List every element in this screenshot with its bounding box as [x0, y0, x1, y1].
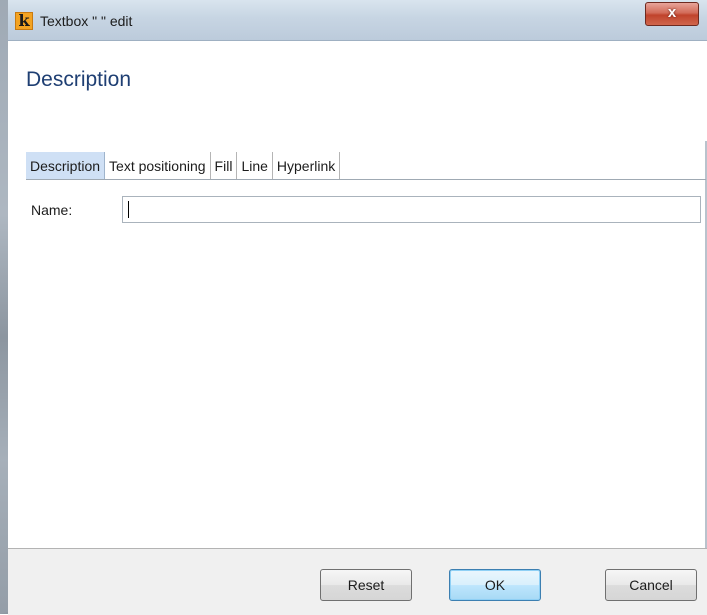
name-field[interactable] — [122, 196, 701, 223]
reset-button[interactable]: Reset — [320, 569, 412, 601]
tab-description[interactable]: Description — [26, 152, 106, 180]
tab-line[interactable]: Line — [237, 152, 273, 180]
tab-strip: Description Text positioning Fill Line H… — [26, 152, 341, 180]
text-caret — [128, 201, 129, 218]
name-label: Name: — [31, 202, 73, 218]
window-edge — [0, 0, 8, 614]
window-title: Textbox " " edit — [40, 13, 133, 29]
title-bar[interactable]: k Textbox " " edit x — [8, 0, 707, 41]
page-title: Description — [26, 68, 132, 91]
tab-hyperlink[interactable]: Hyperlink — [273, 152, 341, 180]
tab-divider — [26, 179, 706, 180]
dialog-window: k Textbox " " edit x Description Descrip… — [0, 0, 707, 615]
tab-text-positioning[interactable]: Text positioning — [105, 152, 211, 180]
k-app-icon: k — [15, 12, 33, 30]
close-button[interactable]: x — [645, 2, 699, 26]
button-bar: Reset OK Cancel — [8, 548, 707, 615]
cancel-button[interactable]: Cancel — [605, 569, 697, 601]
header-banner: Description — [8, 41, 707, 141]
tab-fill[interactable]: Fill — [211, 152, 238, 180]
ok-button[interactable]: OK — [449, 569, 541, 601]
